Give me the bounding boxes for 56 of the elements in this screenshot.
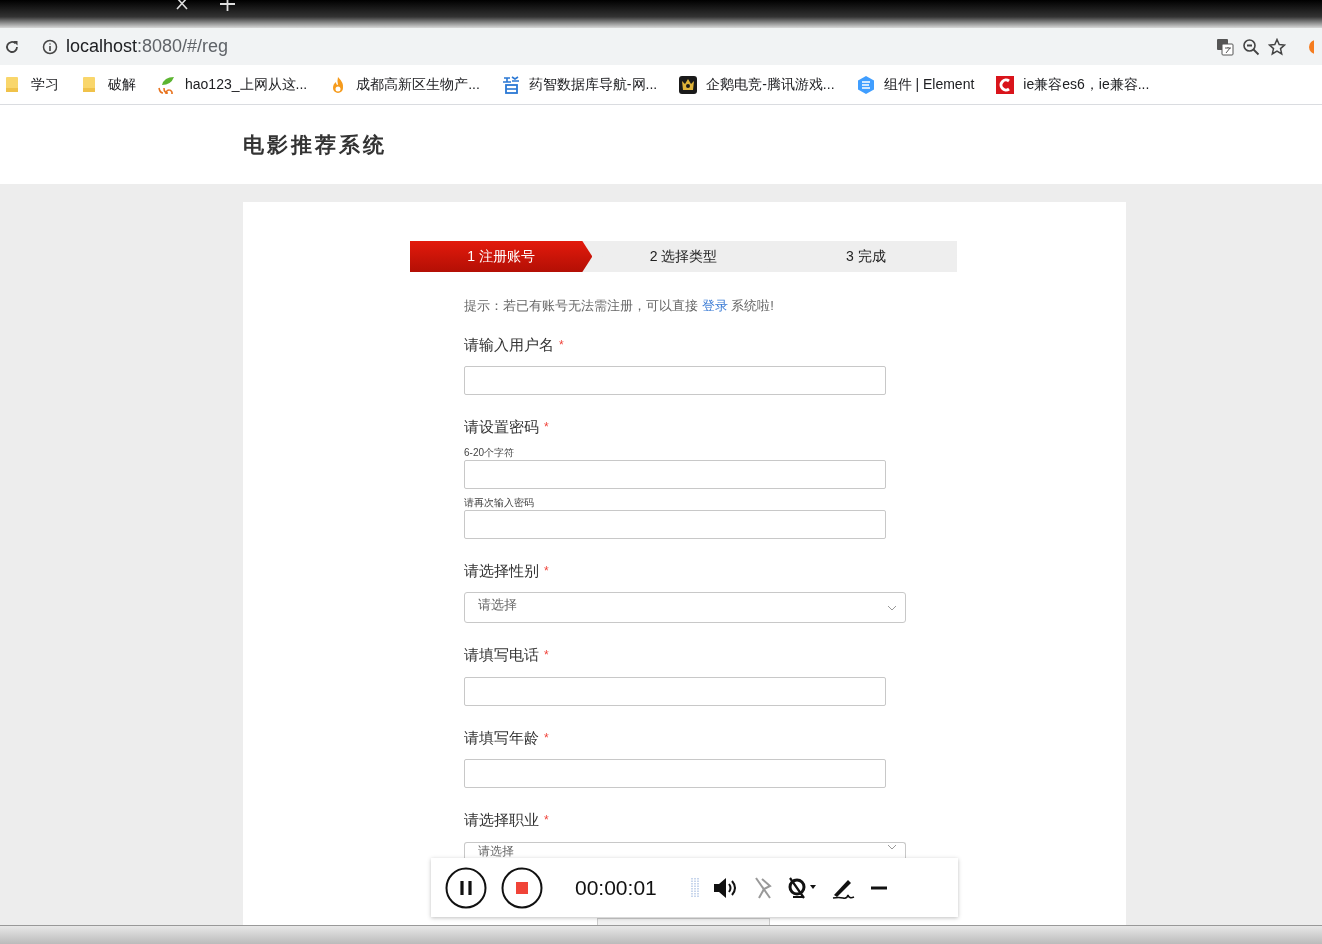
required-mark: * <box>559 336 564 354</box>
required-mark: * <box>544 812 549 830</box>
password-field[interactable] <box>464 509 886 539</box>
minimize-icon[interactable] <box>870 885 887 890</box>
translate-icon[interactable] <box>1216 37 1234 56</box>
required-mark: * <box>544 729 549 747</box>
field-label: 请填写电话 <box>464 645 539 665</box>
tip-text: 提示：若已有账号无法需注册，可以直接 登录 系统啦! <box>464 297 775 315</box>
login-link[interactable]: 登录 <box>701 298 728 313</box>
input-field[interactable] <box>464 366 886 395</box>
bookmark[interactable]: 药智数据库导航-网... <box>501 74 658 95</box>
c-logo-icon <box>996 75 1015 94</box>
hexagon-icon <box>856 75 875 94</box>
site-title: 电影推荐系统 <box>243 131 387 158</box>
field-label: 请填写年龄 <box>464 727 539 748</box>
pin-off-icon[interactable] <box>752 876 773 899</box>
required-mark: * <box>544 419 549 437</box>
required-mark: * <box>544 562 549 580</box>
field-label: 请选择职业 <box>464 810 539 830</box>
stop-icon[interactable] <box>501 866 543 909</box>
zoom-out-icon[interactable] <box>1242 37 1260 56</box>
star-icon[interactable] <box>1268 37 1286 56</box>
new-tab-icon[interactable] <box>220 0 235 12</box>
select-field[interactable]: 请选择 <box>464 841 906 859</box>
bookmark[interactable]: 企鹅电竞-腾讯游戏... <box>679 74 835 95</box>
field-label: 请输入用户名 <box>464 334 554 355</box>
crown-icon <box>679 75 698 94</box>
url-text: localhost:8080/#/reg <box>66 35 229 58</box>
field-hint: 请再次输入密码 <box>464 495 535 510</box>
glyph-logo-icon <box>501 75 520 94</box>
bookmark[interactable]: 成都高新区生物产... <box>329 74 480 95</box>
recording-time: 00:00:01 <box>575 874 657 901</box>
chevron-down-icon <box>887 843 897 850</box>
bookmark[interactable]: 学习 <box>4 74 59 95</box>
bookmark[interactable]: hao123_上网从这... <box>158 74 308 95</box>
pause-icon[interactable] <box>445 866 487 909</box>
select-field[interactable]: 请选择 <box>464 592 906 623</box>
bookmark[interactable]: 破解 <box>81 74 136 95</box>
close-icon[interactable] <box>176 0 188 10</box>
required-mark: * <box>544 647 549 665</box>
step-tab[interactable]: 1 注册账号 <box>410 241 593 272</box>
field-hint: 6-20个字符 <box>464 445 515 460</box>
leaf-icon <box>158 75 176 94</box>
field-label: 请选择性别 <box>464 560 539 581</box>
input-field[interactable] <box>464 676 886 706</box>
chevron-down-icon <box>887 604 897 611</box>
password-field[interactable] <box>464 459 886 489</box>
reload-icon[interactable] <box>4 38 20 55</box>
camera-off-icon[interactable] <box>786 876 817 899</box>
grip-icon[interactable] <box>690 877 699 898</box>
speaker-icon[interactable] <box>712 876 739 899</box>
input-field[interactable] <box>464 759 886 788</box>
bookmark[interactable]: 组件 | Element <box>856 74 975 95</box>
info-icon[interactable] <box>42 38 58 55</box>
bookmark[interactable]: ie兼容es6，ie兼容... <box>996 74 1150 95</box>
field-label: 请设置密码 <box>464 417 539 437</box>
